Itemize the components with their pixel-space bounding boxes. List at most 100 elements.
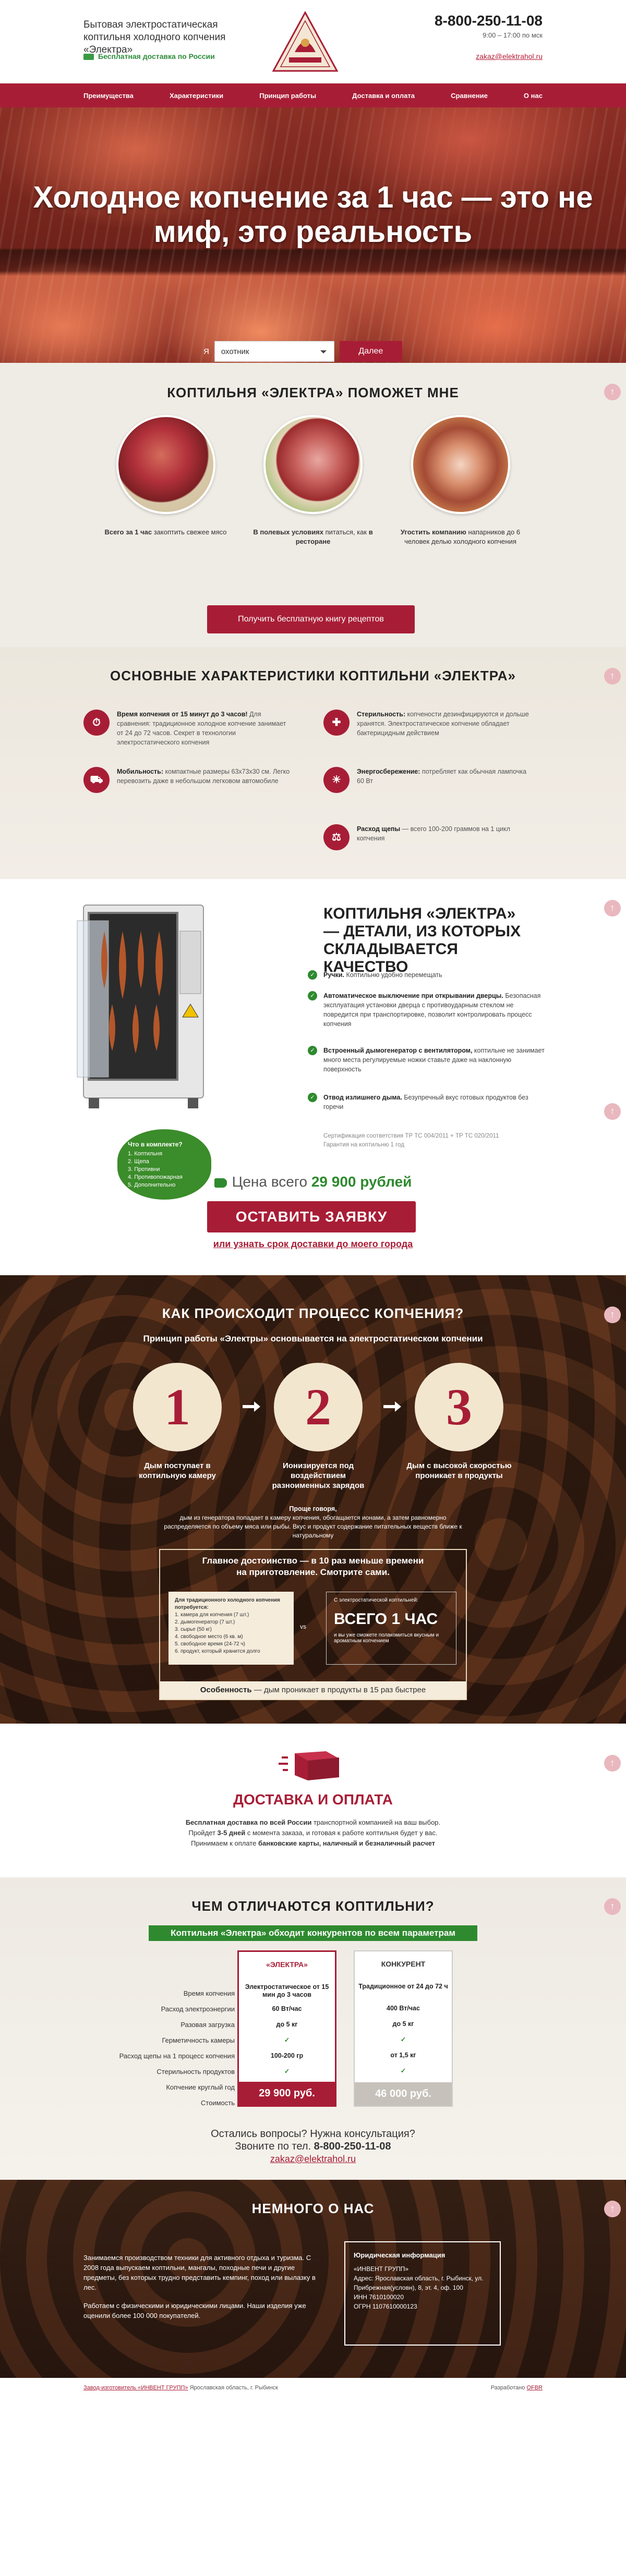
feature-bold: Расход щепы: [357, 825, 401, 833]
get-recipes-button[interactable]: Получить бесплатную книгу рецептов: [207, 605, 415, 633]
shipping-label: Бесплатная доставка по России: [98, 52, 215, 60]
compare-row-label: Копчение круглый год: [166, 2083, 235, 2091]
step-number: 3: [415, 1363, 503, 1451]
process-step: 3 Дым с высокой скоростью проникает в про…: [402, 1363, 516, 1491]
legal-line: Адрес: Ярославская область, г. Рыбинск, …: [354, 2275, 484, 2291]
manufacturer-link[interactable]: Завод-изготовитель «ИНВЕНТ ГРУПП»: [83, 2385, 188, 2391]
step-text: Ионизируется под воздействием разноименн…: [272, 1461, 365, 1490]
help-item-bold: Всего за 1 час: [104, 528, 152, 536]
check-icon: ✓: [308, 1093, 317, 1102]
consult-phone[interactable]: 8-800-250-11-08: [314, 2141, 391, 2152]
check-icon: ✓: [308, 1046, 317, 1055]
compare-cell: ✓: [284, 2068, 290, 2075]
scroll-up-icon[interactable]: ↑: [604, 384, 621, 400]
kit-item: 1. Коптильня: [128, 1151, 163, 1157]
scroll-up-icon[interactable]: ↑: [604, 900, 621, 917]
feature-bold: Стерильность:: [357, 711, 405, 718]
step-text: Дым с высокой скоростью проникает в прод…: [406, 1461, 512, 1480]
legal-line: ИНН 7610100020: [354, 2293, 404, 2301]
help-item: Угостить компанию напарников до 6 челове…: [399, 415, 522, 546]
compare-row-label: Стоимость: [200, 2099, 235, 2107]
advantage-head-line: на приготовление. Смотрите сами.: [236, 1567, 390, 1577]
header-email[interactable]: zakaz@elektrahol.ru: [476, 52, 543, 60]
header-phone[interactable]: 8-800-250-11-08: [435, 13, 543, 29]
check-bold: Отвод излишнего дыма.: [323, 1094, 402, 1101]
price-value: 29 900 рублей: [311, 1174, 412, 1190]
compare-cell: до 5 кг: [276, 2021, 298, 2028]
help-item-text: питаться, как: [325, 528, 367, 536]
versus-label: vs: [300, 1623, 306, 1630]
traditional-item: 6. продукт, который хранится долго: [175, 1649, 260, 1654]
site-header: Бытовая электростатическая коптильня хол…: [0, 0, 626, 83]
feature-bold: Время копчения от 15 минут до 3 часов!: [117, 711, 248, 718]
nav-compare[interactable]: Сравнение: [451, 92, 488, 100]
scroll-up-icon[interactable]: ↑: [604, 1755, 621, 1772]
nav-delivery[interactable]: Доставка и оплата: [352, 92, 415, 100]
consult-block: Остались вопросы? Нужна консультация? Зв…: [0, 2128, 626, 2165]
role-select[interactable]: охотник: [214, 341, 334, 362]
electra-price: 29 900 руб.: [239, 2082, 335, 2105]
delivery-line: транспортной компанией на ваш выбор.: [313, 1818, 441, 1826]
legal-title: Юридическая информация: [354, 2251, 446, 2259]
check-bold: Ручки.: [323, 971, 344, 979]
nav-principle[interactable]: Принцип работы: [259, 92, 316, 100]
price-label: Цена всего: [232, 1174, 308, 1190]
compare-title: ЧЕМ ОТЛИЧАЮТСЯ КОПТИЛЬНИ?: [191, 1898, 435, 1914]
work-hours: 9:00 – 17:00 по мск: [483, 31, 543, 39]
scroll-up-icon[interactable]: ↑: [604, 1103, 621, 1120]
feature-item: ⏱ Время копчения от 15 минут до 3 часов!…: [83, 710, 292, 747]
advantage-box: Главное достоинство — в 10 раз меньше вр…: [159, 1549, 467, 1700]
site-footer: Завод-изготовитель «ИНВЕНТ ГРУПП» Яросла…: [0, 2378, 626, 2399]
scroll-up-icon[interactable]: ↑: [604, 668, 621, 685]
consult-email[interactable]: zakaz@elektrahol.ru: [270, 2154, 356, 2164]
nav-advantages[interactable]: Преимущества: [83, 92, 134, 100]
price-tag-icon: [214, 1178, 227, 1188]
check-bold: Встроенный дымогенератор с вентилятором,: [323, 1047, 473, 1054]
nav-specs[interactable]: Характеристики: [170, 92, 223, 100]
nav-about[interactable]: О нас: [524, 92, 543, 100]
electra-result-title: С электростатической коптильней:: [334, 1597, 418, 1603]
features-title: ОСНОВНЫЕ ХАРАКТЕРИСТИКИ КОПТИЛЬНИ «ЭЛЕКТ…: [110, 668, 516, 683]
delivery-bold: Бесплатная доставка по всей России: [185, 1818, 312, 1826]
hero-headline: Холодное копчение за 1 час — это не миф,…: [33, 180, 593, 249]
check-item: ✓ Автоматическое выключение при открывани…: [308, 991, 548, 1029]
hero-banner: Холодное копчение за 1 час — это не миф,…: [0, 107, 626, 363]
scroll-up-icon[interactable]: ↑: [604, 1307, 621, 1323]
process-explanation: Проще говоря, дым из генератора попадает …: [156, 1505, 469, 1540]
check-icon: ✓: [308, 970, 317, 980]
arrow-right-icon: [243, 1401, 260, 1412]
traditional-title: Для традиционного холодного копчения пот…: [175, 1597, 280, 1610]
compare-cell: 100-200 гр: [270, 2052, 304, 2059]
hero-next-button[interactable]: Далее: [339, 341, 402, 362]
footer-address: Ярославская область, г. Рыбинск: [189, 2385, 278, 2391]
help-item-bold: Угостить компанию: [400, 528, 466, 536]
traditional-item: 2. дымогенератор (7 шт.): [175, 1619, 235, 1625]
features-section: ОСНОВНЫЕ ХАРАКТЕРИСТИКИ КОПТИЛЬНИ «ЭЛЕКТ…: [0, 647, 626, 879]
delivery-bold: банковские карты, наличный и безналичный…: [258, 1839, 436, 1847]
scroll-up-icon[interactable]: ↑: [604, 2201, 621, 2217]
electra-col-header: «ЭЛЕКТРА»: [266, 1960, 308, 1969]
consult-call: Звоните по тел.: [235, 2141, 311, 2152]
kit-item: 2. Щепа: [128, 1158, 149, 1165]
legal-line: «ИНВЕНТ ГРУПП»: [354, 2265, 409, 2273]
traditional-item: 3. сырье (50 кг): [175, 1627, 212, 1632]
delivery-bold: 3-5 дней: [217, 1829, 246, 1837]
kit-item: 3. Противни: [128, 1166, 160, 1173]
check-item: ✓ Встроенный дымогенератор с вентилятором…: [308, 1046, 548, 1074]
compare-row-label: Расход щепы на 1 процесс копчения: [119, 2052, 235, 2060]
compare-cell: 60 Вт/час: [272, 2005, 302, 2012]
delivery-line: с момента заказа, и готовая к работе коп…: [247, 1829, 438, 1837]
helps-section: КОПТИЛЬНЯ «ЭЛЕКТРА» ПОМОЖЕТ МНЕ Всего за…: [0, 363, 626, 647]
rival-column: КОНКУРЕНТ Традиционное от 24 до 72 ч 400…: [354, 1950, 453, 2107]
check-item: ✓ Отвод излишнего дыма. Безупречный вкус …: [308, 1093, 548, 1112]
kit-title: Что в комплекте?: [128, 1141, 183, 1148]
site-title: Бытовая электростатическая коптильня хол…: [83, 19, 226, 55]
delivery-time-link[interactable]: или узнать срок доставки до моего города: [0, 1239, 626, 1250]
order-button[interactable]: ОСТАВИТЬ ЗАЯВКУ: [207, 1201, 416, 1232]
free-shipping-note: Бесплатная доставка по России: [83, 52, 215, 60]
developer-link[interactable]: OFBR: [526, 2385, 543, 2391]
help-item: В полевых условиях питаться, как в ресто…: [252, 415, 375, 546]
scroll-up-icon[interactable]: ↑: [604, 1898, 621, 1915]
consult-question: Остались вопросы? Нужна консультация?: [211, 2128, 415, 2140]
company-logo[interactable]: [271, 10, 339, 73]
